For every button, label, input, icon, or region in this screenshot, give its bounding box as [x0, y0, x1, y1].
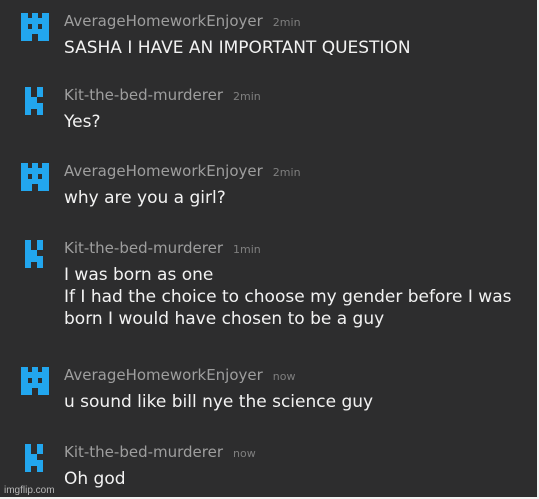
message-timestamp: 2min — [272, 16, 301, 29]
message-line: why are you a girl? — [64, 188, 226, 208]
message-username[interactable]: AverageHomeworkEnjoyer now — [64, 366, 296, 386]
username-text[interactable]: Kit-the-bed-murderer — [64, 443, 223, 461]
username-text[interactable]: AverageHomeworkEnjoyer — [64, 366, 263, 384]
message-line: Oh god — [64, 469, 126, 489]
message-timestamp: now — [272, 370, 296, 383]
message-timestamp: now — [233, 447, 256, 460]
letter-k-icon[interactable] — [20, 86, 50, 116]
castle-icon[interactable] — [20, 12, 50, 42]
castle-icon[interactable] — [20, 162, 50, 192]
letter-k-icon[interactable] — [20, 443, 50, 473]
message-username[interactable]: AverageHomeworkEnjoyer 2min — [64, 162, 301, 182]
message-line: born I would have chosen to be a guy — [64, 309, 385, 329]
username-text[interactable]: AverageHomeworkEnjoyer — [64, 12, 263, 30]
message-line: u sound like bill nye the science guy — [64, 392, 374, 412]
message-username[interactable]: Kit-the-bed-murderer 1min — [64, 239, 261, 259]
message-text: why are you a girl? — [64, 187, 226, 209]
letter-k-icon[interactable] — [20, 239, 50, 269]
message-text: Oh god — [64, 468, 126, 490]
message-text: I was born as one If I had the choice to… — [64, 264, 511, 330]
message-text: SASHA I HAVE AN IMPORTANT QUESTION — [64, 37, 411, 59]
message-line: If I had the choice to choose my gender … — [64, 287, 512, 307]
message-username[interactable]: AverageHomeworkEnjoyer 2min — [64, 12, 301, 32]
message-username[interactable]: Kit-the-bed-murderer 2min — [64, 86, 261, 106]
message-timestamp: 2min — [272, 166, 301, 179]
username-text[interactable]: AverageHomeworkEnjoyer — [64, 162, 263, 180]
imgflip-watermark: imgflip.com — [4, 485, 55, 496]
message-line: I was born as one — [64, 265, 214, 285]
message-line: SASHA I HAVE AN IMPORTANT QUESTION — [64, 38, 411, 58]
message-text: u sound like bill nye the science guy — [64, 391, 373, 413]
message-line: Yes? — [64, 112, 101, 132]
message-timestamp: 1min — [233, 243, 261, 256]
username-text[interactable]: Kit-the-bed-murderer — [64, 239, 223, 257]
message-text: Yes? — [64, 111, 100, 133]
username-text[interactable]: Kit-the-bed-murderer — [64, 86, 223, 104]
castle-icon[interactable] — [20, 366, 50, 396]
message-timestamp: 2min — [233, 90, 261, 103]
message-username[interactable]: Kit-the-bed-murderer now — [64, 443, 256, 463]
